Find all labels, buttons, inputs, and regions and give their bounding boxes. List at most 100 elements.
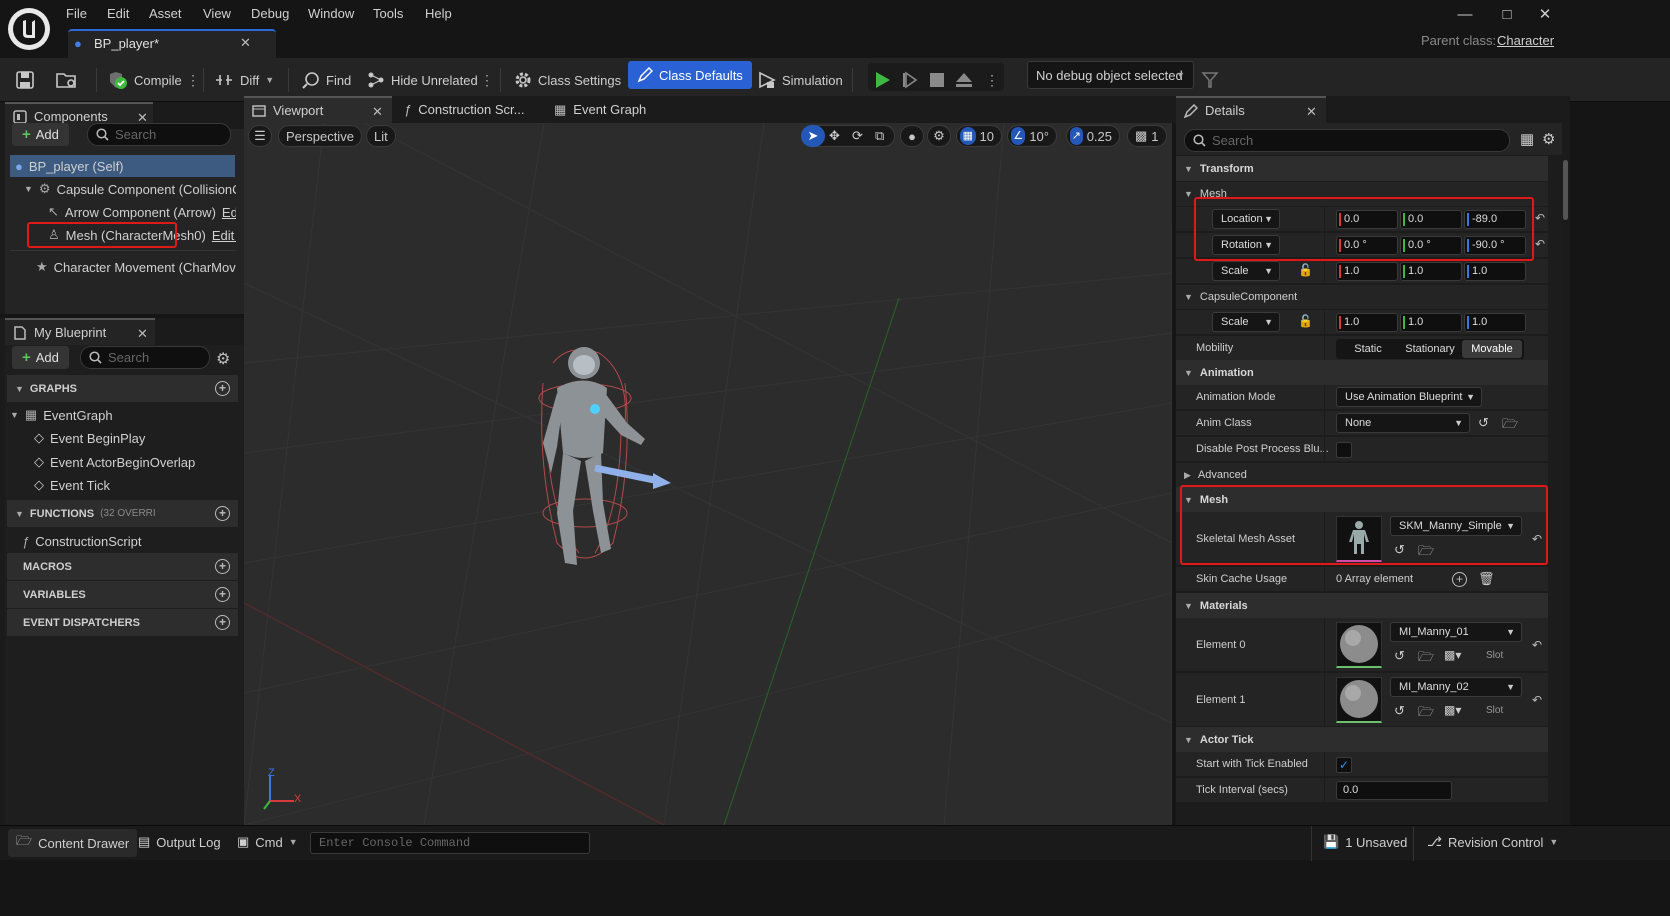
macros-section-header[interactable]: MACROS + <box>7 553 238 580</box>
material-dropdown[interactable]: MI_Manny_02 ▼ <box>1390 677 1522 697</box>
camera-speed-button[interactable]: ▩ 1 <box>1127 125 1167 147</box>
add-graph-icon[interactable]: + <box>215 381 230 396</box>
tree-item-construction-script[interactable]: ƒ ConstructionScript <box>22 530 232 552</box>
transform-section-header[interactable]: ▼ Transform <box>1176 156 1548 181</box>
tree-item-arrow[interactable]: ↖ Arrow Component (Arrow) Edit <box>48 201 236 223</box>
play-icon[interactable] <box>875 68 891 92</box>
browse-folder-icon[interactable]: 🗁 <box>1418 703 1434 725</box>
actor-tick-section-header[interactable]: ▼ Actor Tick <box>1176 727 1548 752</box>
play-options-icon[interactable]: ⋮ <box>985 68 999 92</box>
add-macro-icon[interactable]: + <box>215 559 230 574</box>
menu-debug[interactable]: Debug <box>251 6 289 21</box>
close-tab-icon[interactable]: ✕ <box>240 35 251 51</box>
content-drawer-button[interactable]: 🗁 Content Drawer <box>8 829 138 857</box>
console-command-input[interactable]: Enter Console Command <box>310 832 590 854</box>
close-icon[interactable]: ✕ <box>1306 104 1317 120</box>
graphs-section-header[interactable]: ▼ GRAPHS + <box>7 375 238 402</box>
animation-section-header[interactable]: ▼ Animation <box>1176 360 1548 385</box>
maximize-icon[interactable]: □ <box>1492 4 1522 26</box>
menu-edit[interactable]: Edit <box>107 6 129 21</box>
trash-icon[interactable]: 🗑 <box>1478 571 1495 587</box>
tree-item-event-graph[interactable]: ▼ ▦ EventGraph <box>10 404 236 426</box>
checker-icon[interactable]: ▩▾ <box>1444 703 1461 717</box>
scale-y-field[interactable]: 1.0 <box>1400 262 1462 281</box>
menu-file[interactable]: File <box>66 6 87 21</box>
hide-unrelated-button[interactable]: Hide Unrelated <box>367 68 478 92</box>
find-options-icon[interactable]: ⋮ <box>480 68 494 92</box>
save-icon[interactable] <box>16 68 34 92</box>
anim-class-dropdown[interactable]: None ▼ <box>1336 413 1470 433</box>
coordinate-space-icon[interactable]: ● <box>900 125 924 147</box>
revision-control-button[interactable]: ⎇ Revision Control ▼ <box>1427 834 1558 850</box>
find-button[interactable]: Find <box>302 68 351 92</box>
tab-my-blueprint[interactable]: My Blueprint ✕ <box>5 318 155 345</box>
simulation-button[interactable]: Simulation <box>758 68 843 92</box>
scale-z-field[interactable]: 1.0 <box>1464 262 1526 281</box>
reset-arrow-icon[interactable]: ↶ <box>1535 237 1545 251</box>
add-variable-icon[interactable]: + <box>215 587 230 602</box>
edit-link[interactable]: Edit <box>222 205 236 220</box>
step-icon[interactable] <box>902 68 920 92</box>
compile-button[interactable]: Compile <box>108 68 182 92</box>
mobility-static-option[interactable]: Static <box>1338 340 1398 358</box>
compile-options-icon[interactable]: ⋮ <box>186 68 200 92</box>
tab-details[interactable]: Details ✕ <box>1176 96 1326 123</box>
eject-icon[interactable] <box>955 68 973 92</box>
grid-snap-button[interactable]: ▦ 10 <box>956 125 1002 147</box>
parent-class-link[interactable]: Character <box>1497 33 1554 48</box>
material-dropdown[interactable]: MI_Manny_01 ▼ <box>1390 622 1522 642</box>
tree-item-event[interactable]: ◇ Event Tick <box>34 474 234 496</box>
details-scrollbar[interactable] <box>1563 160 1568 220</box>
add-component-button[interactable]: + Add <box>12 123 69 146</box>
tree-item-event[interactable]: ◇ Event ActorBeginOverlap <box>34 451 234 473</box>
capsule-subsection-header[interactable]: ▼ CapsuleComponent <box>1176 285 1548 309</box>
browse-icon[interactable] <box>56 68 78 92</box>
rotation-snap-button[interactable]: ∠ 10° <box>1007 125 1057 147</box>
tab-viewport[interactable]: Viewport ✕ <box>244 96 392 123</box>
add-element-icon[interactable]: + <box>1452 572 1467 587</box>
materials-section-header[interactable]: ▼ Materials <box>1176 593 1548 618</box>
add-dispatcher-icon[interactable]: + <box>215 615 230 630</box>
property-matrix-icon[interactable]: ▦ <box>1520 130 1534 148</box>
dispatchers-section-header[interactable]: EVENT DISPATCHERS + <box>7 609 238 636</box>
select-tool-icon[interactable]: ➤ <box>801 125 825 147</box>
close-window-icon[interactable]: ✕ <box>1530 4 1560 26</box>
capsule-scale-y-field[interactable]: 1.0 <box>1400 313 1462 332</box>
tree-item-movement[interactable]: ★ Character Movement (CharMove <box>36 256 236 278</box>
lit-dropdown[interactable]: Lit <box>366 125 396 147</box>
capsule-scale-z-field[interactable]: 1.0 <box>1464 313 1526 332</box>
stop-icon[interactable] <box>930 68 944 92</box>
document-tab[interactable]: ● BP_player* ✕ <box>68 29 276 58</box>
cmd-dropdown[interactable]: ▣ Cmd ▼ <box>237 834 298 850</box>
unsaved-button[interactable]: 💾 1 Unsaved <box>1323 834 1407 850</box>
tab-event-graph[interactable]: ▦ Event Graph <box>546 96 676 123</box>
class-defaults-button[interactable]: Class Defaults <box>628 61 752 89</box>
use-selected-icon[interactable]: ↺ <box>1478 415 1489 431</box>
menu-tools[interactable]: Tools <box>373 6 403 21</box>
mobility-movable-option[interactable]: Movable <box>1462 340 1522 358</box>
minimize-icon[interactable]: — <box>1450 4 1480 26</box>
start-tick-checkbox[interactable]: ✓ <box>1336 757 1352 773</box>
browse-folder-icon[interactable]: 🗁 <box>1418 648 1434 670</box>
surface-snap-icon[interactable]: ⚙ <box>927 125 951 147</box>
tree-item-event[interactable]: ◇ Event BeginPlay <box>34 427 234 449</box>
advanced-subsection[interactable]: ▶ Advanced <box>1176 463 1548 487</box>
menu-view[interactable]: View <box>203 6 231 21</box>
scale-x-field[interactable]: 1.0 <box>1336 262 1398 281</box>
lock-icon[interactable]: 🔓 <box>1298 314 1313 328</box>
use-selected-icon[interactable]: ↺ <box>1394 703 1405 719</box>
disable-post-process-checkbox[interactable] <box>1336 442 1352 458</box>
close-icon[interactable]: ✕ <box>372 104 383 120</box>
capsule-scale-x-field[interactable]: 1.0 <box>1336 313 1398 332</box>
close-icon[interactable]: ✕ <box>137 326 148 342</box>
scale-snap-button[interactable]: ↗ 0.25 <box>1066 125 1120 147</box>
debug-object-dropdown[interactable]: No debug object selected ▼ <box>1027 61 1194 89</box>
material-thumbnail[interactable] <box>1336 622 1382 668</box>
reset-arrow-icon[interactable]: ↶ <box>1535 211 1545 225</box>
reset-arrow-icon[interactable]: ↶ <box>1532 638 1542 652</box>
viewport-menu-icon[interactable]: ☰ <box>248 125 272 147</box>
checker-icon[interactable]: ▩▾ <box>1444 648 1461 662</box>
reset-arrow-icon[interactable]: ↶ <box>1532 693 1542 707</box>
browse-folder-icon[interactable]: 🗁 <box>1502 415 1518 437</box>
scale-tool-icon[interactable]: ⧉ <box>875 128 884 144</box>
